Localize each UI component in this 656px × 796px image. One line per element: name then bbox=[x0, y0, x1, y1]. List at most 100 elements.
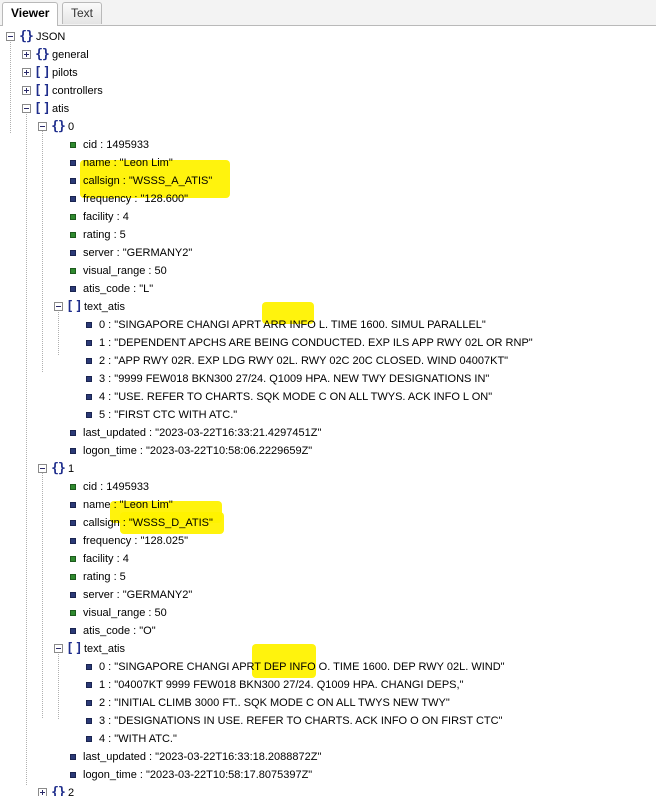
array-icon: [] bbox=[66, 641, 84, 656]
value-text: last_updated : "2023-03-22T16:33:18.2088… bbox=[83, 751, 322, 763]
value-text: rating : 5 bbox=[83, 229, 126, 241]
value-text: visual_range : 50 bbox=[83, 607, 167, 619]
object-icon: {} bbox=[51, 785, 66, 796]
string-bullet-icon bbox=[86, 718, 92, 724]
collapse-toggle[interactable] bbox=[38, 122, 47, 131]
tree-row-frequency: frequency : "128.600" bbox=[0, 190, 300, 208]
string-bullet-icon bbox=[86, 322, 92, 328]
value-text: cid : 1495933 bbox=[83, 481, 150, 493]
index-label: 0 bbox=[68, 121, 75, 133]
expand-toggle[interactable] bbox=[22, 86, 31, 95]
string-bullet-icon bbox=[70, 196, 76, 202]
tree-row-root[interactable]: {} JSON bbox=[0, 28, 200, 46]
tree-row-text-atis-item: 3 : "9999 FEW018 BKN300 27/24. Q1009 HPA… bbox=[0, 370, 620, 388]
tree-row-text-atis-item: 4 : "WITH ATC." bbox=[0, 730, 620, 748]
string-bullet-icon bbox=[70, 538, 76, 544]
tree-row-general[interactable]: {} general bbox=[0, 46, 200, 64]
string-bullet-icon bbox=[70, 178, 76, 184]
object-icon: {} bbox=[35, 47, 50, 62]
tree-row-text-atis-item: 1 : "04007KT 9999 FEW018 BKN300 27/24. Q… bbox=[0, 676, 620, 694]
tree-row-rating: rating : 5 bbox=[0, 226, 300, 244]
number-bullet-icon bbox=[70, 268, 76, 274]
key-label: atis bbox=[52, 103, 70, 115]
array-icon: [] bbox=[34, 83, 52, 98]
tab-viewer[interactable]: Viewer bbox=[2, 2, 59, 26]
tree-row-atis-2[interactable]: {} 2 bbox=[0, 784, 200, 796]
string-bullet-icon bbox=[70, 628, 76, 634]
string-bullet-icon bbox=[70, 286, 76, 292]
tree-row-callsign: callsign : "WSSS_D_ATIS" bbox=[0, 514, 300, 532]
tree-row-logon-time: logon_time : "2023-03-22T10:58:06.222965… bbox=[0, 442, 400, 460]
value-text: callsign : "WSSS_A_ATIS" bbox=[83, 175, 213, 187]
tree-row-rating: rating : 5 bbox=[0, 568, 300, 586]
key-label: general bbox=[52, 49, 89, 61]
tree-row-visual-range: visual_range : 50 bbox=[0, 604, 300, 622]
value-text: 0 : "SINGAPORE CHANGI APRT ARR INFO L. T… bbox=[99, 319, 486, 331]
value-text: facility : 4 bbox=[83, 211, 129, 223]
tree-row-name: name : "Leon Lim" bbox=[0, 496, 300, 514]
value-text: 1 : "DEPENDENT APCHS ARE BEING CONDUCTED… bbox=[99, 337, 533, 349]
tree-row-text-atis-item: 5 : "FIRST CTC WITH ATC." bbox=[0, 406, 620, 424]
tree-row-atis[interactable]: [] atis bbox=[0, 100, 200, 118]
tree-row-cid: cid : 1495933 bbox=[0, 136, 300, 154]
tree-row-text-atis-item: 0 : "SINGAPORE CHANGI APRT ARR INFO L. T… bbox=[0, 316, 620, 334]
string-bullet-icon bbox=[86, 736, 92, 742]
tree-row-text-atis-item: 4 : "USE. REFER TO CHARTS. SQK MODE C ON… bbox=[0, 388, 620, 406]
collapse-toggle[interactable] bbox=[54, 644, 63, 653]
string-bullet-icon bbox=[70, 520, 76, 526]
expand-toggle[interactable] bbox=[22, 68, 31, 77]
string-bullet-icon bbox=[70, 250, 76, 256]
tree-row-controllers[interactable]: [] controllers bbox=[0, 82, 200, 100]
number-bullet-icon bbox=[70, 142, 76, 148]
expand-toggle[interactable] bbox=[22, 50, 31, 59]
value-text: 5 : "FIRST CTC WITH ATC." bbox=[99, 409, 238, 421]
value-text: name : "Leon Lim" bbox=[83, 157, 173, 169]
tree-row-text-atis-item: 2 : "APP RWY 02R. EXP LDG RWY 02L. RWY 0… bbox=[0, 352, 620, 370]
tree-row-callsign: callsign : "WSSS_A_ATIS" bbox=[0, 172, 300, 190]
collapse-toggle[interactable] bbox=[38, 464, 47, 473]
tree-row-server: server : "GERMANY2" bbox=[0, 586, 300, 604]
tree-row-atis-1[interactable]: {} 1 bbox=[0, 460, 200, 478]
value-text: visual_range : 50 bbox=[83, 265, 167, 277]
tree-row-text-atis-item: 2 : "INITIAL CLIMB 3000 FT.. SQK MODE C … bbox=[0, 694, 620, 712]
value-text: server : "GERMANY2" bbox=[83, 247, 193, 259]
collapse-toggle[interactable] bbox=[54, 302, 63, 311]
key-label: text_atis bbox=[84, 301, 125, 313]
tree-row-logon-time: logon_time : "2023-03-22T10:58:17.807539… bbox=[0, 766, 400, 784]
value-text: 1 : "04007KT 9999 FEW018 BKN300 27/24. Q… bbox=[99, 679, 464, 691]
index-label: 1 bbox=[68, 463, 75, 475]
expand-toggle[interactable] bbox=[38, 788, 47, 796]
collapse-toggle[interactable] bbox=[22, 104, 31, 113]
string-bullet-icon bbox=[86, 664, 92, 670]
tree-row-text-atis[interactable]: [] text_atis bbox=[0, 640, 300, 658]
value-text: logon_time : "2023-03-22T10:58:06.222965… bbox=[83, 445, 313, 457]
tab-text[interactable]: Text bbox=[62, 2, 103, 24]
tree-row-atis-code: atis_code : "L" bbox=[0, 280, 300, 298]
array-icon: [] bbox=[34, 101, 52, 116]
value-text: 2 : "APP RWY 02R. EXP LDG RWY 02L. RWY 0… bbox=[99, 355, 509, 367]
tree-row-facility: facility : 4 bbox=[0, 550, 300, 568]
string-bullet-icon bbox=[86, 394, 92, 400]
value-text: server : "GERMANY2" bbox=[83, 589, 193, 601]
tree-row-atis-0[interactable]: {} 0 bbox=[0, 118, 200, 136]
string-bullet-icon bbox=[70, 160, 76, 166]
string-bullet-icon bbox=[86, 700, 92, 706]
value-text: 4 : "USE. REFER TO CHARTS. SQK MODE C ON… bbox=[99, 391, 493, 403]
value-text: 0 : "SINGAPORE CHANGI APRT DEP INFO O. T… bbox=[99, 661, 505, 673]
string-bullet-icon bbox=[70, 430, 76, 436]
key-label: pilots bbox=[52, 67, 78, 79]
value-text: frequency : "128.600" bbox=[83, 193, 189, 205]
tab-bar: Viewer Text bbox=[0, 0, 656, 26]
key-label: text_atis bbox=[84, 643, 125, 655]
collapse-toggle[interactable] bbox=[6, 32, 15, 41]
number-bullet-icon bbox=[70, 556, 76, 562]
object-icon: {} bbox=[51, 461, 66, 476]
value-text: 3 : "DESIGNATIONS IN USE. REFER TO CHART… bbox=[99, 715, 503, 727]
tree-row-text-atis[interactable]: [] text_atis bbox=[0, 298, 300, 316]
tree-row-server: server : "GERMANY2" bbox=[0, 244, 300, 262]
tree-row-pilots[interactable]: [] pilots bbox=[0, 64, 200, 82]
string-bullet-icon bbox=[86, 340, 92, 346]
string-bullet-icon bbox=[86, 358, 92, 364]
tree-row-text-atis-item: 1 : "DEPENDENT APCHS ARE BEING CONDUCTED… bbox=[0, 334, 620, 352]
value-text: 3 : "9999 FEW018 BKN300 27/24. Q1009 HPA… bbox=[99, 373, 490, 385]
